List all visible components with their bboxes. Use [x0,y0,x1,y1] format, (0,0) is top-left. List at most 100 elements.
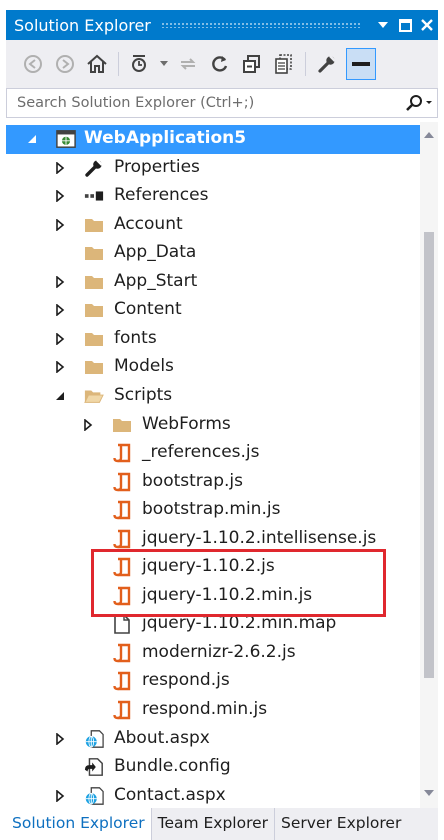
tab-solution-explorer[interactable]: Solution Explorer [6,808,151,840]
tree-item[interactable]: _references.js [6,439,420,468]
collapsed-arrow-icon[interactable] [54,218,66,231]
close-icon[interactable] [416,10,438,40]
pending-changes-filter-icon[interactable] [127,50,153,78]
vertical-scrollbar[interactable] [420,122,438,808]
collapse-all-icon[interactable] [239,50,265,78]
back-icon[interactable] [20,50,46,78]
tree-item[interactable]: modernizr-2.6.2.js [6,639,420,668]
tree-item-label: _references.js [142,442,260,463]
collapsed-arrow-icon[interactable] [54,190,66,203]
aspx-file-icon [84,729,104,749]
tree-item[interactable]: About.aspx [6,725,420,754]
collapsed-arrow-icon[interactable] [54,304,66,317]
solution-tree: WebApplication5 Properties References Accou… [6,122,420,808]
tree-item-label: WebForms [142,413,231,434]
collapsed-arrow-icon[interactable] [82,418,94,431]
tree-item[interactable]: respond.js [6,667,420,696]
tree-item-label: respond.min.js [142,699,268,719]
js-file-icon [112,472,132,492]
tree-item[interactable]: Properties [6,154,420,183]
tree-item[interactable]: fonts [6,325,420,354]
home-icon[interactable] [84,50,110,78]
tree-item-label: respond.js [142,670,230,691]
collapsed-arrow-icon[interactable] [54,361,66,374]
scrollbar-thumb[interactable] [424,232,434,678]
js-file-icon [112,529,132,549]
js-file-icon [112,643,132,663]
tree-item-label: Scripts [114,384,173,405]
scroll-down-icon[interactable] [424,788,434,798]
tree-item-label: Content [114,299,182,320]
tree-item[interactable]: Scripts [6,382,420,411]
tree-item-label: Account [114,213,183,234]
properties-wrench-icon[interactable] [314,50,340,78]
tree-item[interactable]: References [6,182,420,211]
search-box [6,88,438,118]
tree-item[interactable]: App_Data [6,239,420,268]
toolbar [6,40,438,88]
show-all-files-icon[interactable] [271,50,297,78]
bottom-tabs: Solution Explorer Team Explorer Server E… [6,808,438,840]
collapsed-arrow-icon[interactable] [54,789,66,802]
js-file-icon [112,671,132,691]
collapsed-arrow-icon[interactable] [54,275,66,288]
expanded-arrow-icon[interactable] [26,133,38,145]
toolbar-separator [118,52,119,76]
tree-item[interactable]: respond.min.js [6,696,420,725]
window-title: Solution Explorer [14,15,151,35]
search-input[interactable] [7,94,401,112]
folder-icon [84,243,104,263]
tree-item-label: modernizr-2.6.2.js [142,641,296,662]
tree-item-label: Bundle.config [114,756,231,777]
tree-item[interactable]: bootstrap.js [6,468,420,497]
folder-icon [84,272,104,292]
tree-item-label: App_Data [114,242,197,263]
title-bar: Solution Explorer [6,10,438,40]
toolbar-separator [305,52,306,76]
js-file-icon [112,700,132,720]
folder-icon [84,215,104,235]
chevron-down-icon[interactable] [159,50,169,78]
tree-item-label: jquery-1.10.2.intellisense.js [142,527,377,548]
tree-item-label: Contact.aspx [114,784,226,805]
collapsed-arrow-icon[interactable] [54,161,66,174]
maximize-icon[interactable] [394,10,416,40]
tab-server-explorer[interactable]: Server Explorer [275,808,407,840]
tree-item[interactable]: App_Start [6,268,420,297]
expanded-arrow-icon[interactable] [54,390,66,402]
collapsed-arrow-icon[interactable] [54,732,66,745]
scroll-up-icon[interactable] [424,130,434,140]
tree-item[interactable]: bootstrap.min.js [6,496,420,525]
highlight-box [91,549,386,617]
drag-grip[interactable] [160,22,362,28]
tree-item-label: fonts [114,327,157,348]
folder-icon [84,357,104,377]
web-project-icon [56,129,76,149]
tree-item-label: Properties [114,156,200,177]
folder-icon [84,329,104,349]
tree-item[interactable]: Content [6,296,420,325]
tree-item-label: WebApplication5 [84,128,247,148]
tree-item-label: About.aspx [114,727,210,748]
refresh-icon[interactable] [207,50,233,78]
config-file-icon [84,757,104,777]
references-icon [84,186,104,206]
tree-item[interactable]: Account [6,211,420,240]
js-file-icon [112,443,132,463]
forward-icon[interactable] [52,50,78,78]
tree-item[interactable]: WebApplication5 [6,125,420,154]
tree-item-label: bootstrap.min.js [142,499,281,520]
tab-team-explorer[interactable]: Team Explorer [152,808,274,840]
tree-item[interactable]: WebForms [6,411,420,440]
tree-item[interactable]: Bundle.config [6,753,420,782]
tree-item[interactable]: Models [6,353,420,382]
tree-item[interactable]: Contact.aspx [6,782,420,808]
collapsed-arrow-icon[interactable] [54,332,66,345]
solution-explorer-window: Solution Explorer Search Solution Explor… [0,0,444,840]
sync-icon[interactable] [175,50,201,78]
folder-icon [112,415,132,435]
tree-item-label: App_Start [114,270,198,291]
search-icon[interactable] [401,94,437,112]
window-position-dropdown-icon[interactable] [372,10,394,40]
preview-selected-icon[interactable] [346,48,376,80]
